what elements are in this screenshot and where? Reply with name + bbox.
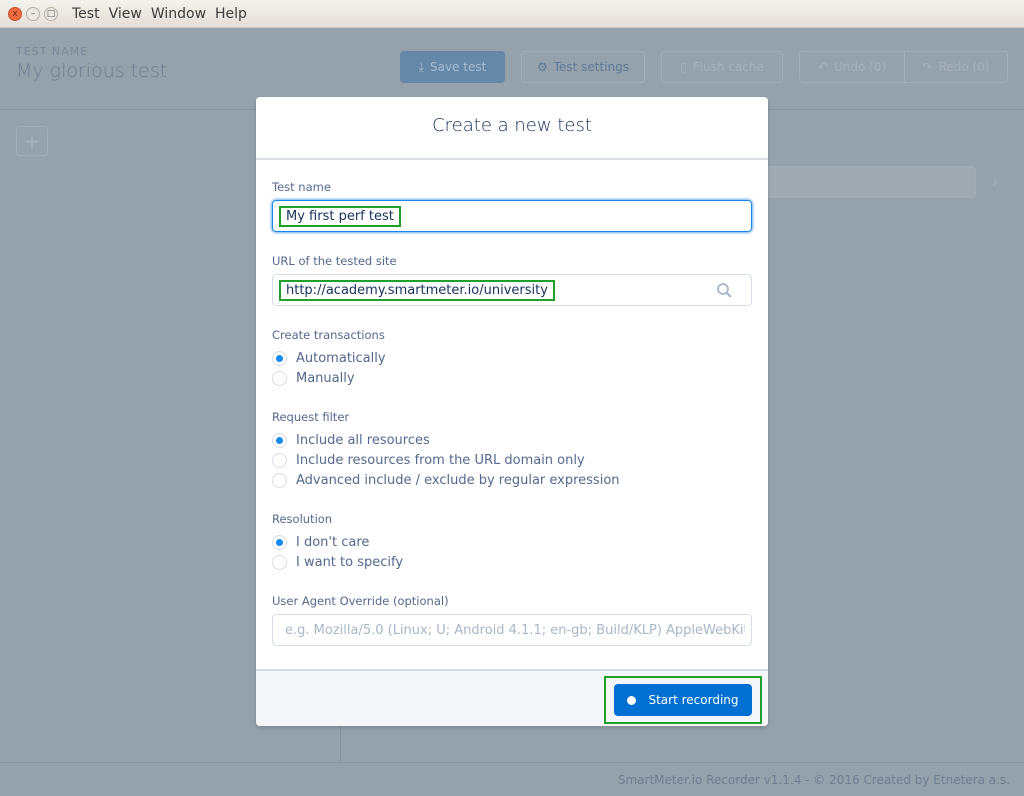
menu-help[interactable]: Help [215,6,247,22]
settings-label: Test settings [553,60,630,74]
test-settings-button[interactable]: ⚙ Test settings [521,51,645,83]
url-input[interactable]: http://academy.smartmeter.io/university [272,274,752,306]
radio-specify[interactable]: I want to specify [272,552,752,572]
test-name-input[interactable]: My first perf test [272,200,752,232]
search-icon[interactable] [716,282,733,299]
radio-label: Include all resources [296,432,430,448]
radio-label: I don't care [296,534,370,550]
menu-window[interactable]: Window [151,6,206,22]
user-agent-label: User Agent Override (optional) [272,594,449,608]
user-agent-input[interactable]: e.g. Mozilla/5.0 (Linux; U; Android 4.1.… [272,614,752,646]
radio-label: Advanced include / exclude by regular ex… [296,472,620,488]
flush-label: Flush cache [692,60,764,74]
maximize-window-button[interactable]: □ [44,6,58,21]
radio-url-domain-only[interactable]: Include resources from the URL domain on… [272,450,752,470]
radio-label: Manually [296,370,355,386]
radio-circle [272,370,287,386]
flush-cache-button[interactable]: ▯ Flush cache [661,51,783,83]
minimize-window-button[interactable]: – [26,6,40,21]
title-bar: x – □ Test View Window Help [0,0,1024,28]
chevron-right-icon: › [992,172,999,191]
save-label: Save test [429,60,487,74]
background-field [740,166,976,198]
undo-label: Undo (0) [833,60,887,74]
user-agent-placeholder: e.g. Mozilla/5.0 (Linux; U; Android 4.1.… [285,622,745,638]
radio-automatically[interactable]: Automatically [272,348,752,368]
filter-label: Request filter [272,410,350,424]
close-window-button[interactable]: x [8,6,22,21]
gear-icon: ⚙ [536,60,548,74]
cache-icon: ▯ [680,60,687,74]
app-footer: SmartMeter.io Recorder v1.1.4 - © 2016 C… [0,762,1024,796]
start-recording-highlight: Start recording [604,676,762,724]
test-name-field-label: Test name [272,180,331,194]
radio-advanced-regex[interactable]: Advanced include / exclude by regular ex… [272,470,752,490]
radio-circle [272,554,287,570]
undo-button[interactable]: ↶ Undo (0) [799,51,905,83]
radio-include-all[interactable]: Include all resources [272,430,752,450]
radio-circle [272,350,287,366]
menu-view[interactable]: View [109,6,142,22]
radio-circle [272,534,287,550]
dialog-footer: Start recording [256,669,768,726]
start-recording-label: Start recording [648,693,739,707]
radio-label: I want to specify [296,554,404,570]
create-test-dialog: Create a new test Test name My first per… [256,97,768,726]
radio-label: Automatically [296,350,386,366]
test-name-label: TEST NAME [16,45,89,58]
test-name-value: My first perf test [279,205,401,227]
radio-circle [272,472,287,488]
radio-manually[interactable]: Manually [272,368,752,388]
download-icon: ⤓ [418,59,424,74]
url-value: http://academy.smartmeter.io/university [279,279,555,301]
transactions-label: Create transactions [272,328,385,342]
radio-circle [272,452,287,468]
radio-circle [272,432,287,448]
url-field-label: URL of the tested site [272,254,397,268]
dialog-title: Create a new test [256,97,768,160]
radio-label: Include resources from the URL domain on… [296,452,585,468]
resolution-label: Resolution [272,512,333,526]
save-test-button[interactable]: ⤓ Save test [400,51,505,83]
record-icon [627,695,637,705]
menu-test[interactable]: Test [72,6,100,22]
start-recording-button[interactable]: Start recording [614,684,752,716]
redo-icon: ↷ [922,60,933,74]
undo-icon: ↶ [817,60,828,74]
redo-label: Redo (0) [938,60,990,74]
radio-dont-care[interactable]: I don't care [272,532,752,552]
test-name-value: My glorious test [16,60,168,82]
add-button[interactable]: + [16,126,48,156]
redo-button[interactable]: ↷ Redo (0) [904,51,1008,83]
